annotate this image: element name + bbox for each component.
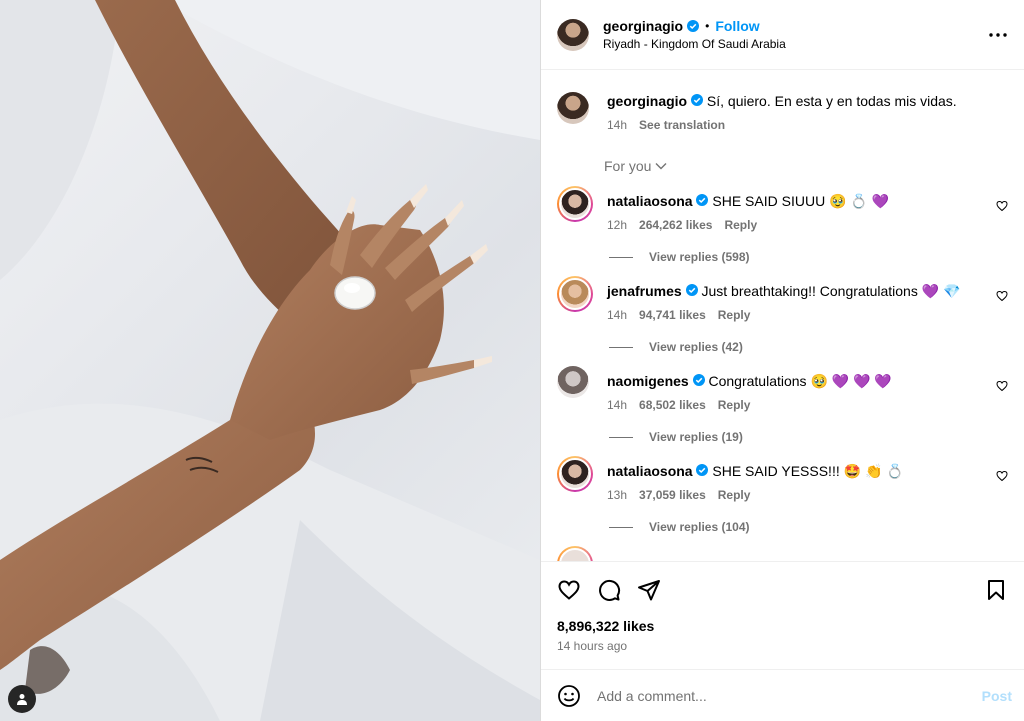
user-icon bbox=[17, 694, 27, 705]
comment-time[interactable]: 13h bbox=[607, 488, 627, 502]
replies-divider bbox=[609, 346, 633, 348]
view-replies-button[interactable]: View replies (104) bbox=[609, 520, 1008, 534]
reply-button[interactable]: Reply bbox=[724, 218, 757, 232]
reply-button[interactable]: Reply bbox=[718, 398, 751, 412]
view-replies-button[interactable]: View replies (19) bbox=[609, 430, 1008, 444]
comment-like-heart-icon[interactable] bbox=[996, 380, 1008, 392]
comment-like-heart-icon[interactable] bbox=[996, 200, 1008, 212]
post-time[interactable]: 14 hours ago bbox=[557, 639, 1008, 653]
post-caption: georginagio Sí, quiero. En esta y en tod… bbox=[557, 70, 1008, 132]
photo-hand-with-ring bbox=[0, 0, 540, 721]
comment-text: SHE SAID YESSS!!! bbox=[712, 463, 840, 479]
comment-bubble-icon[interactable] bbox=[597, 578, 621, 602]
comment-likes[interactable]: 264,262 likes bbox=[639, 218, 712, 232]
caption-text: Sí, quiero. En esta y en todas mis vidas… bbox=[706, 93, 957, 109]
avatar[interactable] bbox=[557, 366, 589, 398]
verified-badge-icon bbox=[696, 194, 709, 206]
comment-time[interactable]: 14h bbox=[607, 308, 627, 322]
see-translation-button[interactable]: See translation bbox=[639, 118, 725, 132]
more-options-button[interactable] bbox=[986, 23, 1010, 47]
comment-likes[interactable]: 37,059 likes bbox=[639, 488, 706, 502]
tagged-users-button[interactable] bbox=[8, 685, 36, 713]
replies-divider bbox=[609, 436, 633, 438]
sort-label: For you bbox=[604, 158, 652, 174]
comment-text: SHE SAID SIUUU bbox=[712, 193, 826, 209]
avatar[interactable] bbox=[557, 186, 593, 222]
post-sidebar: georginagio • Follow Riyadh - Kingdom Of… bbox=[540, 0, 1024, 721]
view-replies-label: View replies (42) bbox=[649, 340, 743, 354]
comment-text: Congratulations bbox=[708, 373, 807, 389]
chevron-down-icon bbox=[655, 163, 667, 170]
comment-likes[interactable]: 68,502 likes bbox=[639, 398, 706, 412]
comment-text: Just breathtaking!! Congratulations bbox=[701, 283, 918, 299]
follow-button[interactable]: Follow bbox=[715, 18, 759, 34]
avatar[interactable] bbox=[557, 92, 589, 124]
diamond-ring bbox=[334, 276, 376, 310]
comment-time[interactable]: 14h bbox=[607, 398, 627, 412]
add-comment-bar: Post bbox=[541, 669, 1024, 721]
location-link[interactable]: Riyadh - Kingdom Of Saudi Arabia bbox=[603, 37, 986, 51]
save-bookmark-icon[interactable] bbox=[984, 578, 1008, 602]
post-header: georginagio • Follow Riyadh - Kingdom Of… bbox=[541, 0, 1024, 70]
replies-divider bbox=[609, 256, 633, 258]
comment-username[interactable]: naomigenes bbox=[607, 373, 689, 389]
separator-dot: • bbox=[705, 19, 710, 33]
verified-badge-icon bbox=[692, 374, 705, 386]
comment-item: nataliaosona SHE SAID SIUUU 🥹 💍 💜 12h 26… bbox=[557, 186, 1008, 232]
replies-divider bbox=[609, 526, 633, 528]
comment-like-heart-icon[interactable] bbox=[996, 290, 1008, 302]
comments-list[interactable]: georginagio Sí, quiero. En esta y en tod… bbox=[541, 70, 1024, 561]
comment-username[interactable]: jenafrumes bbox=[607, 283, 682, 299]
caption-username[interactable]: georginagio bbox=[607, 93, 687, 109]
avatar[interactable] bbox=[557, 276, 593, 312]
verified-badge-icon bbox=[685, 284, 698, 296]
comment-item: naomigenes Congratulations 🥹 💜 💜 💜 14h 6… bbox=[557, 366, 1008, 412]
like-heart-icon[interactable] bbox=[557, 578, 581, 602]
view-replies-label: View replies (598) bbox=[649, 250, 750, 264]
caption-time[interactable]: 14h bbox=[607, 118, 627, 132]
post-view: georginagio • Follow Riyadh - Kingdom Of… bbox=[0, 0, 1024, 721]
reply-button[interactable]: Reply bbox=[718, 488, 751, 502]
verified-badge-icon bbox=[687, 20, 700, 32]
comment-item: nataliaosona SHE SAID YESSS!!! 🤩 👏 💍 13h… bbox=[557, 456, 1008, 502]
comment-username[interactable]: nataliaosona bbox=[607, 463, 693, 479]
comment-likes[interactable]: 94,741 likes bbox=[639, 308, 706, 322]
author-username[interactable]: georginagio bbox=[603, 18, 683, 34]
view-replies-button[interactable]: View replies (598) bbox=[609, 250, 1008, 264]
comment-item: jenafrumes Just breathtaking!! Congratul… bbox=[557, 276, 1008, 322]
view-replies-button[interactable]: View replies (42) bbox=[609, 340, 1008, 354]
avatar[interactable] bbox=[557, 546, 593, 561]
post-photo[interactable] bbox=[0, 0, 540, 721]
comment-input[interactable] bbox=[597, 687, 982, 704]
comment-username[interactable]: nataliaosona bbox=[607, 193, 693, 209]
likes-count[interactable]: 8,896,322 likes bbox=[557, 618, 1008, 634]
avatar[interactable] bbox=[557, 456, 593, 492]
comment-emojis: 💜 💎 bbox=[921, 283, 961, 299]
comment-emojis: 🤩 👏 💍 bbox=[843, 463, 904, 479]
more-horizontal-icon bbox=[989, 32, 1007, 37]
view-replies-label: View replies (104) bbox=[649, 520, 750, 534]
verified-badge-icon bbox=[691, 94, 704, 106]
comment-like-heart-icon[interactable] bbox=[996, 470, 1008, 482]
emoji-icon[interactable] bbox=[557, 684, 581, 708]
avatar[interactable] bbox=[557, 18, 589, 51]
comment-sort-dropdown[interactable]: For you bbox=[604, 158, 1008, 174]
view-replies-label: View replies (19) bbox=[649, 430, 743, 444]
verified-badge-icon bbox=[696, 464, 709, 476]
comment-emojis: 🥹 💜 💜 💜 bbox=[810, 373, 892, 389]
comment-time[interactable]: 12h bbox=[607, 218, 627, 232]
reply-button[interactable]: Reply bbox=[718, 308, 751, 322]
share-send-icon[interactable] bbox=[637, 578, 661, 602]
comment-emojis: 🥹 💍 💜 bbox=[829, 193, 890, 209]
post-actions: 8,896,322 likes 14 hours ago bbox=[541, 561, 1024, 653]
post-comment-button[interactable]: Post bbox=[982, 688, 1012, 704]
